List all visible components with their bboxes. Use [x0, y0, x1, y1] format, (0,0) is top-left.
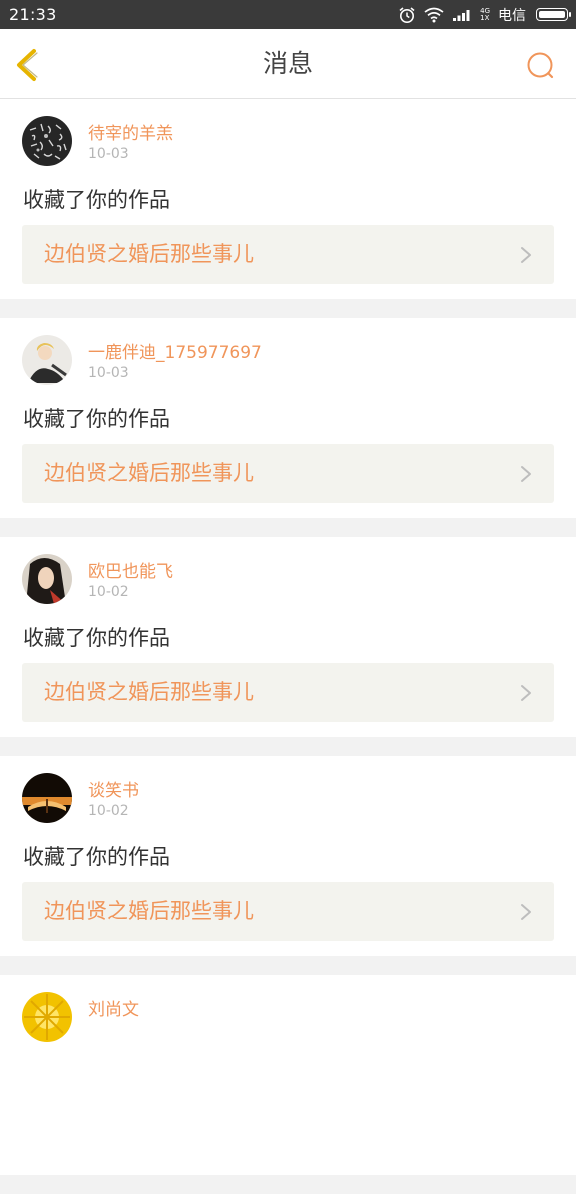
action-text: 收藏了你的作品: [23, 626, 170, 650]
search-icon: [527, 52, 554, 79]
network-type-bottom: 1X: [480, 13, 490, 22]
search-button[interactable]: [526, 51, 556, 81]
user-name[interactable]: 待宰的羊羔: [88, 119, 173, 144]
action-text: 收藏了你的作品: [23, 407, 170, 431]
message-item: 欧巴也能飞 10-02 收藏了你的作品 边伯贤之婚后那些事儿: [0, 537, 576, 737]
work-title: 边伯贤之婚后那些事儿: [44, 680, 254, 704]
battery-icon: [536, 8, 571, 21]
signal-icon: [453, 9, 470, 21]
chevron-right-icon: [521, 685, 531, 701]
user-name[interactable]: 谈笑书: [88, 776, 139, 801]
work-title: 边伯贤之婚后那些事儿: [44, 461, 254, 485]
avatar-image: [22, 992, 72, 1042]
avatar[interactable]: [22, 335, 72, 385]
message-date: 10-02: [88, 803, 129, 819]
wifi-icon: [424, 7, 444, 22]
work-link[interactable]: 边伯贤之婚后那些事儿: [22, 882, 554, 941]
work-link[interactable]: 边伯贤之婚后那些事儿: [22, 444, 554, 503]
message-item: 一鹿伴迪_175977697 10-03 收藏了你的作品 边伯贤之婚后那些事儿: [0, 318, 576, 518]
avatar[interactable]: [22, 773, 72, 823]
message-item: 待宰的羊羔 10-03 收藏了你的作品 边伯贤之婚后那些事儿: [0, 99, 576, 299]
avatar-image: [22, 335, 72, 385]
message-item: 刘尚文: [0, 975, 576, 1175]
avatar-image: [22, 773, 72, 823]
chevron-right-icon: [521, 247, 531, 263]
carrier-label: 电信: [498, 7, 526, 24]
status-time: 21:33: [9, 5, 57, 24]
work-title: 边伯贤之婚后那些事儿: [44, 242, 254, 266]
message-item: 谈笑书 10-02 收藏了你的作品 边伯贤之婚后那些事儿: [0, 756, 576, 956]
status-icons: 4G 1X 电信: [398, 5, 571, 25]
avatar-image: [22, 554, 72, 604]
chevron-right-icon: [521, 904, 531, 920]
work-link[interactable]: 边伯贤之婚后那些事儿: [22, 663, 554, 722]
action-text: 收藏了你的作品: [23, 845, 170, 869]
message-date: 10-02: [88, 584, 129, 600]
user-name[interactable]: 一鹿伴迪_175977697: [88, 338, 262, 363]
message-date: 10-03: [88, 365, 129, 381]
work-link[interactable]: 边伯贤之婚后那些事儿: [22, 225, 554, 284]
user-name[interactable]: 刘尚文: [88, 995, 139, 1020]
avatar-image: [22, 116, 72, 166]
work-title: 边伯贤之婚后那些事儿: [44, 899, 254, 923]
avatar[interactable]: [22, 992, 72, 1042]
action-text: 收藏了你的作品: [23, 188, 170, 212]
message-date: 10-03: [88, 146, 129, 162]
page-title: 消息: [262, 49, 313, 78]
avatar[interactable]: [22, 116, 72, 166]
avatar[interactable]: [22, 554, 72, 604]
chevron-right-icon: [521, 466, 531, 482]
navigation-bar: 消息: [0, 29, 576, 99]
message-list: 待宰的羊羔 10-03 收藏了你的作品 边伯贤之婚后那些事儿 一鹿伴迪_1759…: [0, 99, 576, 1194]
network-type: 4G 1X: [480, 7, 490, 22]
alarm-icon: [399, 6, 415, 23]
user-name[interactable]: 欧巴也能飞: [88, 557, 173, 582]
status-bar: 21:33 4G 1X 电信: [0, 0, 576, 29]
